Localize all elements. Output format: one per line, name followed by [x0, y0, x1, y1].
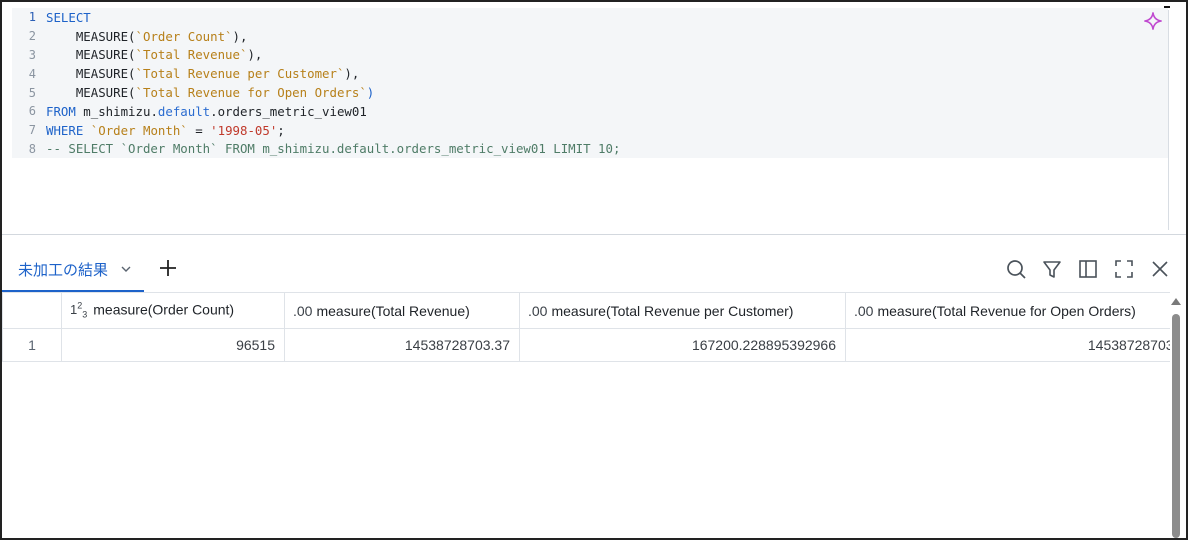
- cell-order-count[interactable]: 96515: [61, 328, 285, 362]
- code-line[interactable]: 8 -- SELECT `Order Month` FROM m_shimizu.…: [12, 139, 1168, 159]
- search-button[interactable]: [1004, 257, 1028, 281]
- line-number: 5: [28, 85, 36, 100]
- code-token: FROM: [46, 103, 76, 119]
- column-header-order-count[interactable]: 123 measure(Order Count): [61, 292, 285, 329]
- code-text: MEASURE(`Order Count`),: [46, 28, 248, 44]
- code-line[interactable]: 1 SELECT: [12, 8, 1168, 27]
- code-editor[interactable]: 1 SELECT 2 MEASURE(`Order Count`), 3 MEASUR…: [2, 2, 1186, 234]
- results-tabbar: 未加工の結果: [2, 247, 1186, 292]
- add-tab-plus-icon[interactable]: [157, 257, 179, 279]
- row-number-header: [2, 292, 62, 329]
- column-header-revenue-per-customer[interactable]: .00 measure(Total Revenue per Customer): [519, 292, 846, 329]
- scrollbar-thumb[interactable]: [1172, 314, 1180, 538]
- code-token: `Order Month`: [90, 122, 188, 138]
- close-results-button[interactable]: [1148, 257, 1172, 281]
- code-token: WHERE: [46, 122, 84, 138]
- cell-revenue-per-customer[interactable]: 167200.228895392966: [519, 328, 846, 362]
- column-header-total-revenue[interactable]: .00 measure(Total Revenue): [284, 292, 520, 329]
- editor-scroll-track: [1168, 10, 1169, 230]
- code-token: MEASURE(: [46, 28, 136, 44]
- code-token: ;: [277, 122, 285, 138]
- code-text: FROM m_shimizu.default.orders_metric_vie…: [46, 104, 367, 119]
- editor-results-divider[interactable]: [2, 234, 1186, 235]
- code-token: default: [157, 103, 211, 119]
- decimal-type-icon: .00: [293, 302, 313, 319]
- code-text: MEASURE(`Total Revenue`),: [46, 47, 263, 63]
- line-number: 2: [28, 29, 36, 44]
- column-name: measure(Total Revenue): [316, 302, 470, 319]
- line-number: 1: [28, 10, 36, 25]
- code-line[interactable]: 7 WHERE `Order Month` = '1998-05';: [12, 120, 1168, 140]
- toggle-panel-button[interactable]: [1076, 257, 1100, 281]
- code-token: .orders_metric_view01: [210, 103, 367, 119]
- code-lines[interactable]: 1 SELECT 2 MEASURE(`Order Count`), 3 MEASUR…: [12, 8, 1168, 159]
- sidebar-panel-icon: [1079, 260, 1097, 278]
- table-row[interactable]: 1 96515 14538728703.37 167200.2288953929…: [2, 328, 1170, 362]
- code-text: MEASURE(`Total Revenue per Customer`),: [46, 66, 360, 82]
- code-line[interactable]: 2 MEASURE(`Order Count`),: [12, 26, 1168, 46]
- decimal-type-icon: .00: [528, 302, 548, 319]
- header-row: 123 measure(Order Count) .00 measure(Total…: [2, 292, 1170, 329]
- code-token: ),: [232, 28, 248, 44]
- scroll-up-arrow-icon[interactable]: [1171, 298, 1181, 305]
- column-name: measure(Order Count): [93, 301, 235, 318]
- code-text: MEASURE(`Total Revenue for Open Orders`): [46, 85, 374, 100]
- code-token: MEASURE(: [46, 66, 136, 82]
- fullscreen-icon: [1115, 260, 1133, 278]
- results-scrollbar[interactable]: [1170, 294, 1182, 538]
- cell-total-revenue[interactable]: 14538728703.37: [284, 328, 520, 362]
- code-token: `Total Revenue`: [135, 47, 248, 63]
- code-token: `Total Revenue for Open Orders`: [135, 85, 367, 101]
- results-grid: 123 measure(Order Count) .00 measure(Total…: [2, 292, 1170, 538]
- code-token: m_shimizu.: [75, 103, 158, 119]
- code-token: MEASURE(: [46, 85, 136, 101]
- code-text: WHERE `Order Month` = '1998-05';: [46, 123, 285, 138]
- column-name: measure(Total Revenue for Open Orders): [877, 302, 1136, 319]
- code-token: '1998-05': [210, 122, 278, 138]
- tab-raw-results-label: 未加工の結果: [18, 261, 109, 279]
- fullscreen-button[interactable]: [1112, 257, 1136, 281]
- row-number: 1: [2, 328, 62, 362]
- integer-type-icon: 123: [70, 301, 88, 320]
- code-line[interactable]: 6 FROM m_shimizu.default.orders_metric_vi…: [12, 101, 1168, 121]
- line-number: 3: [28, 47, 36, 62]
- decimal-type-icon: .00: [854, 302, 874, 319]
- code-token: `Total Revenue per Customer`: [135, 66, 345, 82]
- results-table: 123 measure(Order Count) .00 measure(Total…: [2, 292, 1170, 362]
- filter-button[interactable]: [1040, 257, 1064, 281]
- sql-editor-window: 1 SELECT 2 MEASURE(`Order Count`), 3 MEASUR…: [0, 0, 1188, 540]
- ai-assistant-sparkle-icon[interactable]: [1144, 12, 1162, 30]
- editor-scroll-marker[interactable]: [1164, 6, 1170, 8]
- code-token: MEASURE(: [46, 47, 136, 63]
- search-icon: [1007, 260, 1026, 279]
- code-line[interactable]: 4 MEASURE(`Total Revenue per Customer`),: [12, 64, 1168, 84]
- code-token: `Order Count`: [135, 28, 233, 44]
- tab-raw-results[interactable]: 未加工の結果: [2, 247, 144, 292]
- column-header-revenue-open-orders[interactable]: .00 measure(Total Revenue for Open Orders…: [845, 292, 1170, 329]
- close-icon: [1152, 261, 1168, 277]
- code-token: ): [366, 85, 375, 101]
- code-token: SELECT: [46, 9, 91, 25]
- code-token: -- SELECT `Order Month` FROM m_shimizu.d…: [46, 141, 621, 157]
- column-name: measure(Total Revenue per Customer): [551, 302, 794, 319]
- code-line[interactable]: 3 MEASURE(`Total Revenue`),: [12, 45, 1168, 65]
- cell-revenue-open-orders[interactable]: 14538728703.37: [845, 328, 1170, 362]
- filter-icon: [1043, 261, 1061, 278]
- code-text: SELECT: [46, 10, 91, 25]
- code-text: -- SELECT `Order Month` FROM m_shimizu.d…: [46, 141, 620, 156]
- chevron-down-icon[interactable]: [120, 263, 132, 275]
- line-number: 6: [28, 104, 36, 119]
- code-token: ),: [247, 47, 263, 63]
- code-token: =: [187, 122, 211, 138]
- code-token: ),: [344, 66, 360, 82]
- line-number: 8: [28, 141, 36, 156]
- results-toolbar: [1004, 257, 1172, 281]
- line-number: 4: [28, 66, 36, 81]
- code-line[interactable]: 5 MEASURE(`Total Revenue for Open Orders…: [12, 83, 1168, 102]
- line-number: 7: [28, 123, 36, 138]
